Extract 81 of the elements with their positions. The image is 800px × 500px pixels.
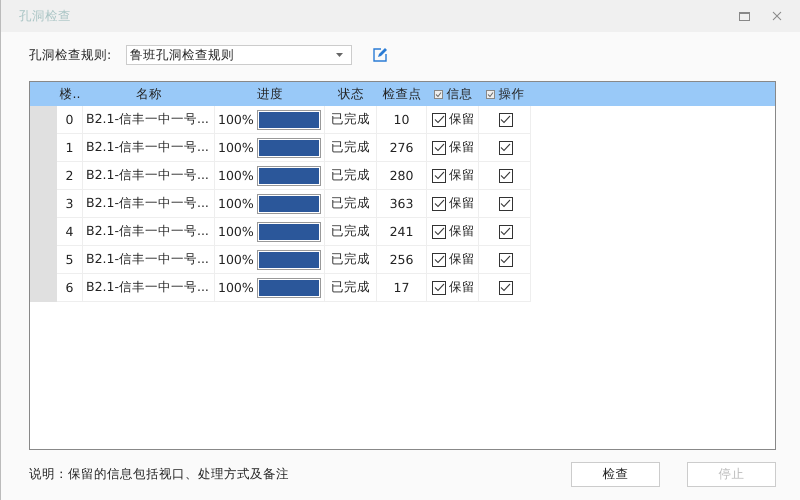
table-cell: 5 — [66, 252, 74, 267]
table-cell: B2.1-信丰一中一号... — [86, 279, 209, 296]
column-header: 信息 — [446, 86, 472, 102]
table-cell: 已完成 — [331, 279, 370, 296]
progress-bar — [256, 194, 321, 214]
column-header: 进度 — [257, 86, 283, 102]
table-cell: 4 — [66, 224, 74, 239]
caret-icon — [336, 53, 343, 57]
checkbox-label: 保留 — [449, 195, 475, 212]
checkbox-label: 保留 — [449, 111, 475, 128]
column-header: 操作 — [498, 86, 524, 102]
table-cell: 1 — [66, 140, 74, 155]
rule-label: 孔洞检查规则: — [29, 46, 112, 64]
progress-bar — [256, 138, 321, 158]
column-header: 状态 — [338, 86, 364, 102]
maximize-icon[interactable] — [739, 12, 750, 20]
progress-percent: 100% — [218, 112, 254, 127]
progress-bar — [256, 166, 321, 186]
column-header: 名称 — [136, 86, 162, 102]
edit-icon[interactable] — [372, 47, 388, 63]
header-checkbox[interactable] — [434, 90, 442, 98]
checkbox[interactable] — [432, 252, 446, 266]
note-text: 说明：保留的信息包括视口、处理方式及备注 — [29, 466, 289, 483]
table-cell: 6 — [66, 280, 74, 295]
progress-bar — [256, 278, 321, 298]
table-cell: B2.1-信丰一中一号... — [86, 139, 209, 156]
table-cell: 2 — [66, 168, 74, 183]
progress-percent: 100% — [218, 140, 254, 155]
checkbox[interactable] — [432, 168, 446, 182]
close-icon[interactable] — [772, 11, 782, 21]
table-cell: B2.1-信丰一中一号... — [86, 223, 209, 240]
progress-percent: 100% — [218, 168, 254, 183]
table-cell: B2.1-信丰一中一号... — [86, 111, 209, 128]
checkbox[interactable] — [498, 252, 512, 266]
checkbox-label: 保留 — [449, 139, 475, 156]
table-cell: 276 — [390, 140, 414, 155]
table-cell: 0 — [66, 112, 74, 127]
table-cell: B2.1-信丰一中一号... — [86, 195, 209, 212]
checkbox[interactable] — [432, 224, 446, 238]
table-cell: 280 — [390, 168, 414, 183]
checkbox[interactable] — [498, 224, 512, 238]
checkbox[interactable] — [498, 196, 512, 210]
action-button[interactable]: 检查 — [571, 462, 660, 487]
table-cell: 10 — [394, 112, 410, 127]
progress-percent: 100% — [218, 252, 254, 267]
table-cell: 17 — [394, 280, 410, 295]
table-cell: 3 — [66, 196, 74, 211]
progress-bar — [256, 250, 321, 270]
rule-dropdown[interactable]: 鲁班孔洞检查规则 — [126, 45, 352, 65]
table-cell: B2.1-信丰一中一号... — [86, 167, 209, 184]
table-cell: 已完成 — [331, 167, 370, 184]
table-cell: B2.1-信丰一中一号... — [86, 251, 209, 268]
progress-percent: 100% — [218, 280, 254, 295]
checkbox-label: 保留 — [449, 223, 475, 240]
table-cell: 363 — [390, 196, 414, 211]
checkbox[interactable] — [498, 280, 512, 294]
checkbox[interactable] — [498, 168, 512, 182]
header-checkbox[interactable] — [486, 90, 494, 98]
column-header: 检查点 — [382, 86, 422, 102]
table-cell: 256 — [390, 252, 414, 267]
table-cell: 已完成 — [331, 139, 370, 156]
column-header: 楼.. — [60, 86, 80, 102]
checkbox[interactable] — [432, 280, 446, 294]
table-cell: 241 — [390, 224, 414, 239]
checkbox[interactable] — [432, 112, 446, 126]
checkbox[interactable] — [432, 140, 446, 154]
checkbox-label: 保留 — [449, 251, 475, 268]
progress-bar — [256, 110, 321, 130]
checkbox-label: 保留 — [449, 167, 475, 184]
checkbox-label: 保留 — [449, 279, 475, 296]
window-title: 孔洞检查 — [19, 8, 71, 24]
progress-percent: 100% — [218, 196, 254, 211]
table-cell: 已完成 — [331, 251, 370, 268]
table-cell: 已完成 — [331, 223, 370, 240]
table-cell: 已完成 — [331, 195, 370, 212]
checkbox[interactable] — [498, 112, 512, 126]
progress-bar — [256, 222, 321, 242]
checkbox[interactable] — [498, 140, 512, 154]
checkbox[interactable] — [432, 196, 446, 210]
progress-percent: 100% — [218, 224, 254, 239]
table-cell: 已完成 — [331, 111, 370, 128]
